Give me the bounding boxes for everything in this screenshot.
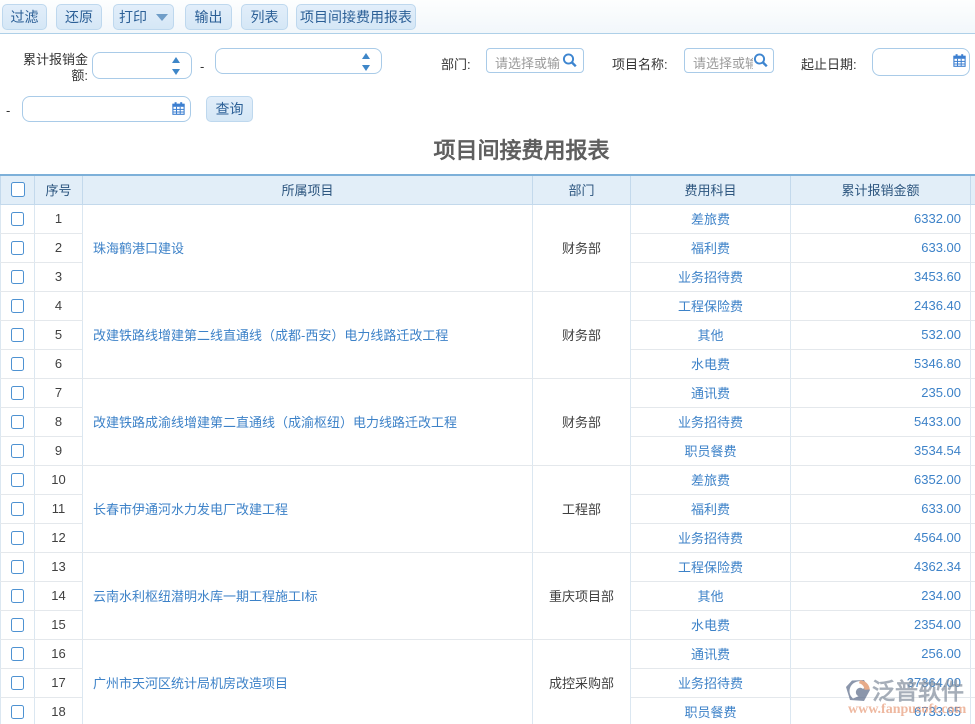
svg-text:www.fanpusoft.com: www.fanpusoft.com — [848, 702, 967, 717]
svg-text:泛普软件: 泛普软件 — [872, 678, 964, 704]
